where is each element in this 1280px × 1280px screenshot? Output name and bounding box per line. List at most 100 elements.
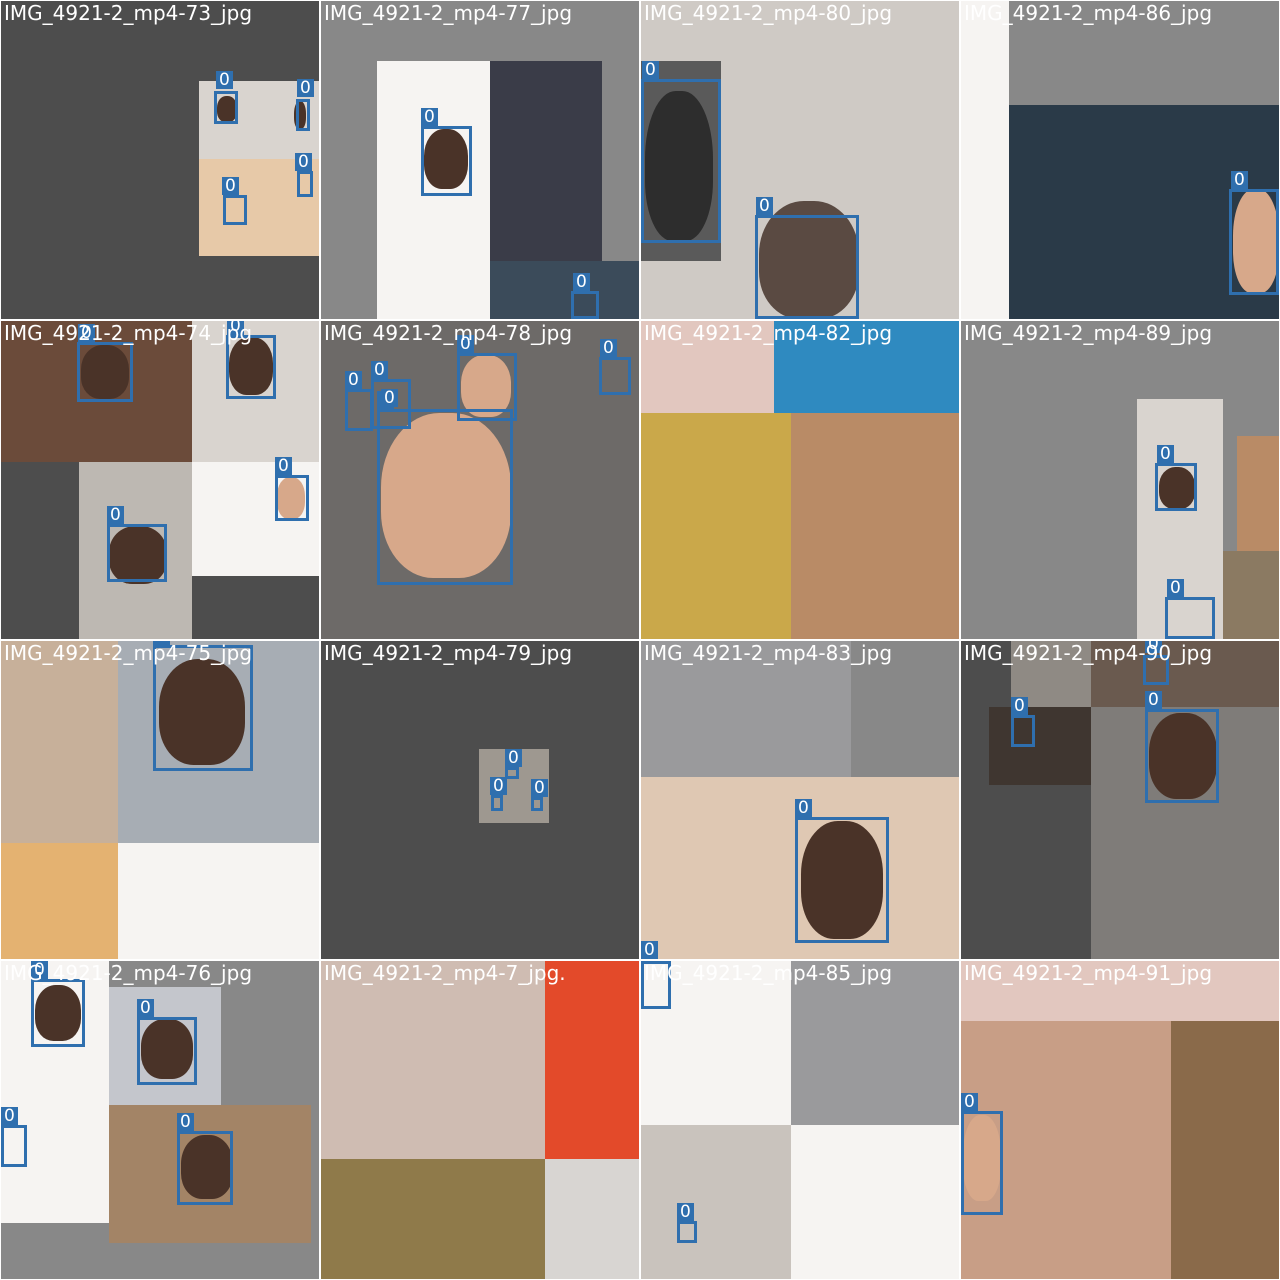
tile-title: IMG_4921-2_mp4-79_jpg [324, 641, 573, 665]
tile-title: IMG_4921-2_mp4-82_jpg [644, 321, 893, 345]
face-bounding-box [599, 357, 631, 395]
mosaic-tile: 0 0 IMG_4921-2_mp4-80_jpg [641, 1, 959, 319]
mosaic-tile: 0 0 IMG_4921-2_mp4-77_jpg [321, 1, 639, 319]
mosaic-tile: 0 0 IMG_4921-2_mp4-85_jpg [641, 961, 959, 1279]
tile-title: IMG_4921-2_mp4-75_jpg [4, 641, 253, 665]
mosaic-tile: 0 IMG_4921-2_mp4-91_jpg [961, 961, 1279, 1279]
face-bounding-box [1155, 463, 1197, 511]
face-bounding-box [297, 171, 313, 197]
mosaic-tile: 0 0 0 0 IMG_4921-2_mp4-73_jpg [1, 1, 319, 319]
face-bounding-box [31, 979, 85, 1047]
photo-patch [791, 1125, 959, 1279]
class-label: 0 [531, 779, 548, 797]
face-bounding-box [177, 1131, 233, 1205]
photo-patch [490, 61, 602, 261]
face-bounding-box [1229, 189, 1279, 295]
class-label: 0 [1167, 579, 1184, 597]
class-label: 0 [381, 389, 398, 407]
face-bounding-box [641, 79, 721, 243]
face-bounding-box [795, 817, 889, 943]
photo-patch [377, 261, 490, 319]
class-label: 0 [1, 1107, 18, 1125]
face-bounding-box [377, 409, 513, 585]
photo-patch [118, 843, 319, 959]
tile-title: IMG_4921-2_mp4-73_jpg [4, 1, 253, 25]
photo-patch [1223, 551, 1279, 639]
class-label: 0 [642, 61, 659, 79]
face-bounding-box [1165, 597, 1215, 639]
class-label: 0 [216, 71, 233, 89]
tile-title: IMG_4921-2_mp4-86_jpg [964, 1, 1213, 25]
class-label: 0 [1011, 697, 1028, 715]
tile-title: IMG_4921-2_mp4-83_jpg [644, 641, 893, 665]
face-bounding-box [755, 215, 859, 319]
photo-patch [989, 707, 1091, 785]
tile-title: IMG_4921-2_mp4-85_jpg [644, 961, 893, 985]
class-label: 0 [297, 79, 314, 97]
photo-patch [321, 1159, 545, 1279]
mosaic-tile: IMG_4921-2_mp4-82_jpg [641, 321, 959, 639]
photo-patch [545, 961, 639, 1159]
tile-title: IMG_4921-2_mp4-76_jpg [4, 961, 253, 985]
class-label: 0 [222, 177, 239, 195]
mosaic-tile: 0 0 0 0 0 0 IMG_4921-2_mp4-78_jpg [321, 321, 639, 639]
class-label: 0 [275, 457, 292, 475]
class-label: 0 [795, 799, 812, 817]
mosaic-tile: 0 0 IMG_4921-2_mp4-89_jpg [961, 321, 1279, 639]
class-label: 0 [573, 273, 590, 291]
class-label: 0 [641, 941, 658, 959]
face-bounding-box [1145, 709, 1219, 803]
class-label: 0 [1157, 445, 1174, 463]
tile-title: IMG_4921-2_mp4-78_jpg [324, 321, 573, 345]
tile-title: IMG_4921-2_mp4-91_jpg [964, 961, 1213, 985]
photo-patch [791, 413, 959, 639]
photo-patch [641, 413, 791, 639]
photo-patch [1171, 1021, 1279, 1279]
mosaic-tile: 0 0 0 0 IMG_4921-2_mp4-74_jpg [1, 321, 319, 639]
mosaic-tile: 0 IMG_4921-2_mp4-86_jpg [961, 1, 1279, 319]
photo-patch [321, 961, 545, 1159]
mosaic-tile: 0 0 IMG_4921-2_mp4-83_jpg [641, 641, 959, 959]
class-label: 0 [677, 1203, 694, 1221]
tile-title: IMG_4921-2_mp4-80_jpg [644, 1, 893, 25]
face-bounding-box [77, 342, 133, 402]
mosaic-tile: 0 0 0 0 IMG_4921-2_mp4-76_jpg [1, 961, 319, 1279]
class-label: 0 [421, 108, 438, 126]
mosaic-tile: IMG_4921-2_mp4-7_jpg. [321, 961, 639, 1279]
class-label: 0 [371, 361, 388, 379]
photo-patch [791, 961, 959, 1125]
mosaic-tile: 0 0 0 0 IMG_4921-2_mp4-90_jpg [961, 641, 1279, 959]
class-label: 0 [505, 749, 522, 767]
face-bounding-box [677, 1221, 697, 1243]
face-bounding-box [457, 353, 517, 421]
tile-title: IMG_4921-2_mp4-90_jpg [964, 641, 1213, 665]
class-label: 0 [107, 506, 124, 524]
class-label: 0 [1145, 691, 1162, 709]
photo-patch [1, 843, 118, 959]
face-bounding-box [421, 126, 472, 196]
class-label: 0 [137, 999, 154, 1017]
face-bounding-box [491, 795, 503, 811]
class-label: 0 [177, 1113, 194, 1131]
face-bounding-box [1011, 715, 1035, 747]
photo-patch [1, 641, 118, 843]
class-label: 0 [961, 1093, 978, 1111]
face-bounding-box [531, 797, 543, 811]
face-bounding-box [214, 91, 238, 124]
class-label: 0 [1231, 171, 1248, 189]
face-bounding-box [296, 99, 310, 131]
class-label: 0 [295, 153, 312, 171]
tile-title: IMG_4921-2_mp4-7_jpg. [324, 961, 566, 985]
tile-title: IMG_4921-2_mp4-74_jpg [4, 321, 253, 345]
face-bounding-box [345, 389, 373, 431]
face-bounding-box [275, 475, 309, 521]
photo-patch [490, 261, 639, 319]
photo-patch [1237, 436, 1279, 552]
mosaic-tile: 0 IMG_4921-2_mp4-75_jpg [1, 641, 319, 959]
face-bounding-box [571, 291, 599, 319]
class-label: 0 [490, 777, 507, 795]
photo-patch [545, 1159, 639, 1279]
face-bounding-box [107, 524, 167, 582]
face-bounding-box [505, 767, 519, 779]
photo-patch [641, 1125, 791, 1279]
